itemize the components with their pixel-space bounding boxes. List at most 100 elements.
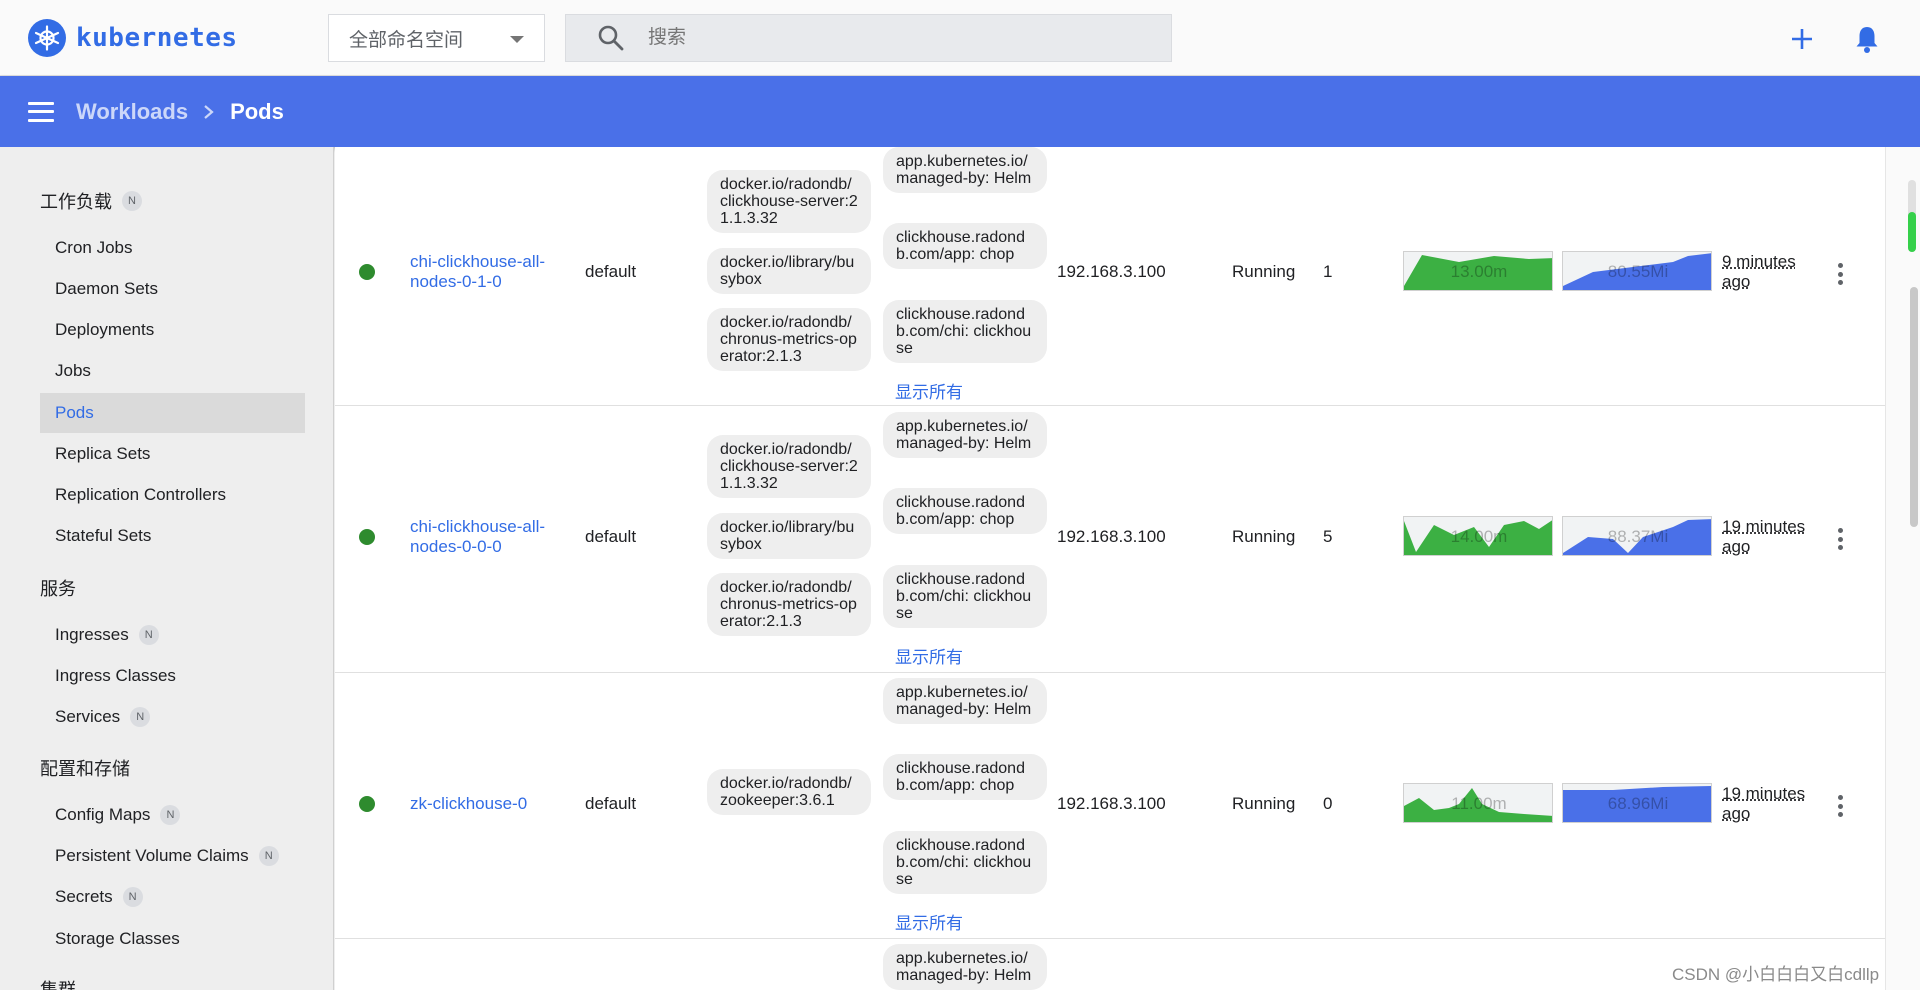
image-chip: docker.io/radondb/clickhouse-server:21.1… xyxy=(707,170,871,233)
pods-table: chi-clickhouse-all-nodes-0-1-0 default d… xyxy=(335,147,1885,990)
more-actions-icon[interactable] xyxy=(1838,795,1844,817)
pod-age: 19 minutes ago xyxy=(1722,784,1806,823)
cpu-usage-sparkline: 13.00m xyxy=(1403,251,1553,291)
sidebar-section-cluster[interactable]: 集群 xyxy=(40,976,76,990)
pod-node-ip: 192.168.3.100 xyxy=(1057,527,1166,546)
sidebar-item-config-maps[interactable]: Config Maps N xyxy=(40,795,305,835)
label-chip: clickhouse.radondb.com/chi: clickhouse xyxy=(883,565,1047,628)
sidebar-item-daemon-sets[interactable]: Daemon Sets xyxy=(40,269,305,309)
chevron-right-icon xyxy=(204,104,214,119)
scrollbar-thumb[interactable] xyxy=(1910,287,1918,527)
image-chip: docker.io/library/busybox xyxy=(707,248,871,294)
sidebar-item-ingress-classes[interactable]: Ingress Classes xyxy=(40,656,305,696)
label-chip: clickhouse.radondb.com/app: chop xyxy=(883,223,1047,269)
sidebar-item-storage-classes[interactable]: Storage Classes xyxy=(40,919,305,959)
pod-name-link[interactable]: zk-clickhouse-0 xyxy=(410,794,560,814)
memory-usage-value: 88.37Mi xyxy=(1607,527,1669,546)
namespaced-badge: N xyxy=(130,707,151,727)
label-chip: clickhouse.radondb.com/chi: clickhouse xyxy=(883,831,1047,894)
namespaced-badge: N xyxy=(160,805,181,825)
watermark: CSDN @小白白白又白cdllp xyxy=(1672,965,1880,984)
top-bar: kubernetes 全部命名空间 xyxy=(0,0,1920,76)
page-header: Workloads Pods xyxy=(0,76,1920,147)
section-label: 工作负载 xyxy=(40,192,112,212)
pod-age: 19 minutes ago xyxy=(1722,517,1806,556)
label-chip: app.kubernetes.io/managed-by: Helm xyxy=(883,678,1047,724)
item-label: Persistent Volume Claims xyxy=(55,846,249,865)
sidebar-item-ingresses[interactable]: Ingresses N xyxy=(40,615,305,655)
menu-hamburger-icon[interactable] xyxy=(28,101,54,122)
sidebar-item-stateful-sets[interactable]: Stateful Sets xyxy=(40,516,305,556)
sidebar-item-jobs[interactable]: Jobs xyxy=(40,351,305,391)
table-row[interactable]: app.kubernetes.io/managed-by: Helm xyxy=(335,939,1885,990)
pod-status: Running xyxy=(1232,794,1296,813)
section-label: 服务 xyxy=(40,579,76,599)
memory-usage-value: 80.55Mi xyxy=(1607,262,1669,281)
cpu-usage-value: 13.00m xyxy=(1450,262,1508,281)
cpu-usage-value: 11.00m xyxy=(1451,794,1507,813)
create-plus-icon[interactable] xyxy=(1788,25,1816,53)
cpu-usage-sparkline: 11.00m xyxy=(1403,783,1553,823)
caret-down-icon xyxy=(510,36,524,43)
show-all-labels-link[interactable]: 显示所有 xyxy=(895,643,963,668)
section-label: 配置和存储 xyxy=(40,759,130,779)
section-label: 集群 xyxy=(40,980,76,990)
pod-restarts: 5 xyxy=(1323,527,1333,546)
scroll-indicator-fill xyxy=(1908,212,1916,252)
image-chip: docker.io/radondb/chronus-metrics-operat… xyxy=(707,308,871,371)
table-row[interactable]: chi-clickhouse-all-nodes-0-0-0 default d… xyxy=(335,406,1885,673)
pod-node-ip: 192.168.3.100 xyxy=(1057,262,1166,281)
sidebar-item-replication-controllers[interactable]: Replication Controllers xyxy=(40,475,305,515)
sidebar-section-config-storage[interactable]: 配置和存储 xyxy=(40,755,130,781)
namespace-select[interactable]: 全部命名空间 xyxy=(328,14,545,62)
sidebar-item-secrets[interactable]: Secrets N xyxy=(40,877,305,917)
item-label: Ingresses xyxy=(55,625,129,644)
pod-name-link[interactable]: chi-clickhouse-all-nodes-0-1-0 xyxy=(410,252,560,292)
more-actions-icon[interactable] xyxy=(1838,528,1844,550)
show-all-labels-link[interactable]: 显示所有 xyxy=(895,909,963,934)
namespaced-badge: N xyxy=(122,887,143,907)
search-input[interactable] xyxy=(648,27,1148,49)
namespace-select-value: 全部命名空间 xyxy=(349,29,464,51)
namespaced-badge: N xyxy=(122,191,142,211)
sidebar-item-cron-jobs[interactable]: Cron Jobs xyxy=(40,228,305,268)
page-scrollbar[interactable] xyxy=(1885,147,1920,990)
pod-status: Running xyxy=(1232,527,1296,546)
cpu-usage-value: 14.00m xyxy=(1450,527,1508,546)
label-chip: clickhouse.radondb.com/app: chop xyxy=(883,488,1047,534)
search-icon xyxy=(598,25,624,51)
more-actions-icon[interactable] xyxy=(1838,263,1844,285)
table-row[interactable]: zk-clickhouse-0 default docker.io/radond… xyxy=(335,673,1885,939)
pod-name-link[interactable]: chi-clickhouse-all-nodes-0-0-0 xyxy=(410,517,560,557)
pod-node-ip: 192.168.3.100 xyxy=(1057,794,1166,813)
sidebar-item-persistent-volume-claims[interactable]: Persistent Volume Claims N xyxy=(40,836,305,876)
sidebar-item-pods[interactable]: Pods xyxy=(40,393,305,433)
sidebar-nav: 工作负载 N Cron Jobs Daemon Sets Deployments… xyxy=(0,147,334,990)
pod-restarts: 1 xyxy=(1323,262,1333,281)
notification-bell-icon[interactable] xyxy=(1853,24,1881,54)
image-chip: docker.io/radondb/chronus-metrics-operat… xyxy=(707,573,871,636)
label-chip: app.kubernetes.io/managed-by: Helm xyxy=(883,944,1047,990)
sidebar-item-replica-sets[interactable]: Replica Sets xyxy=(40,434,305,474)
label-chip: clickhouse.radondb.com/app: chop xyxy=(883,754,1047,800)
sidebar-section-services[interactable]: 服务 xyxy=(40,575,76,601)
status-running-icon xyxy=(359,796,375,812)
sidebar-section-workloads[interactable]: 工作负载 N xyxy=(40,188,142,214)
item-label: Services xyxy=(55,707,121,726)
logo-text: kubernetes xyxy=(76,23,238,53)
memory-usage-sparkline: 88.37Mi xyxy=(1562,516,1712,556)
kubernetes-logo[interactable]: kubernetes xyxy=(28,19,238,57)
breadcrumb-workloads[interactable]: Workloads xyxy=(76,99,188,125)
sidebar-item-deployments[interactable]: Deployments xyxy=(40,310,305,350)
item-label: Storage Classes xyxy=(55,929,180,948)
show-all-labels-link[interactable]: 显示所有 xyxy=(895,378,963,403)
sidebar-item-services[interactable]: Services N xyxy=(40,697,305,737)
namespaced-badge: N xyxy=(138,625,159,645)
status-running-icon xyxy=(359,529,375,545)
image-chip: docker.io/radondb/zookeeper:3.6.1 xyxy=(707,769,871,815)
search-box[interactable] xyxy=(565,14,1172,62)
pod-status: Running xyxy=(1232,262,1296,281)
status-running-icon xyxy=(359,264,375,280)
table-row[interactable]: chi-clickhouse-all-nodes-0-1-0 default d… xyxy=(335,147,1885,406)
pod-namespace: default xyxy=(585,527,637,546)
